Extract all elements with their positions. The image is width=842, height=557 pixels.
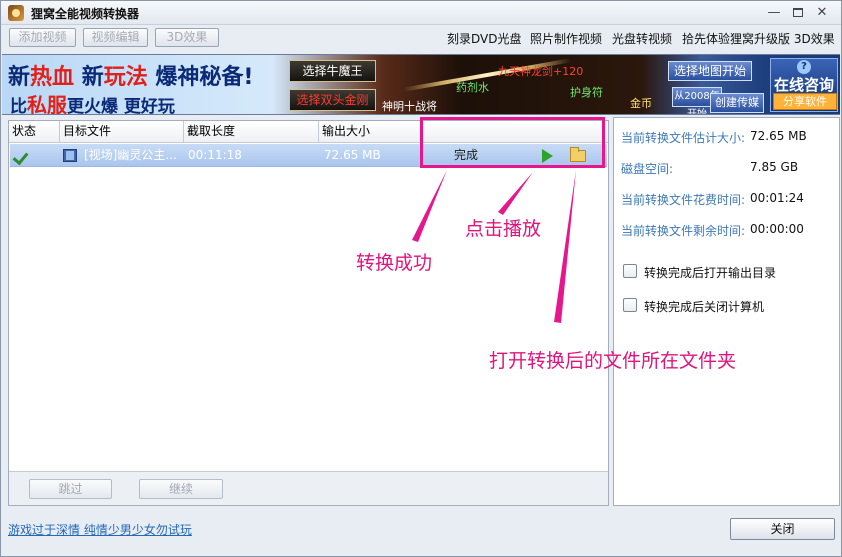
video-file-icon (63, 149, 77, 162)
col-output-size[interactable]: 输出大小 (319, 121, 421, 142)
annotation-open-folder: 打开转换后的文件所在文件夹 (489, 350, 737, 372)
ad-slogan-line1: 新热血 新玩法 爆神秘备! (8, 65, 254, 90)
upgrade-3d-link[interactable]: 拾先体验狸窝升级版 3D效果 (682, 30, 835, 47)
table-actions-bar: 跳过 继续 (9, 471, 608, 505)
app-logo-icon (8, 5, 24, 21)
ad-choose-bull-button[interactable]: 选择牛魔王 (289, 60, 376, 82)
disc-to-video-link[interactable]: 光盘转视频 (612, 30, 672, 47)
row-size: 72.65 MB (324, 148, 381, 162)
video-edit-button[interactable]: 视频编辑 (83, 28, 148, 47)
close-window-button[interactable]: ✕ (813, 5, 831, 21)
col-clip-length[interactable]: 截取长度 (184, 121, 319, 142)
row-length: 00:11:18 (188, 148, 242, 162)
skip-button[interactable]: 跳过 (29, 479, 112, 499)
ad-text-gold: 金币 (630, 97, 652, 110)
ad-slogan-line2: 比私服更火爆 更好玩 (10, 93, 175, 115)
info-estimated-size: 当前转换文件估计大小: 72.65 MB (621, 129, 807, 145)
photo-video-link[interactable]: 照片制作视频 (530, 30, 602, 47)
info-remaining-time: 当前转换文件剩余时间: 00:00:00 (621, 222, 804, 238)
title-bar: 狸窝全能视频转换器 — ✕ (1, 1, 841, 25)
ad-choose-kingkong-button[interactable]: 选择双头金刚 (289, 89, 376, 111)
ad-text-sword: 九天神龙剑+120 (498, 65, 584, 78)
annotation-play: 点击播放 (465, 218, 542, 240)
shutdown-label: 转换完成后关闭计算机 (644, 300, 765, 314)
footer-ad-link[interactable]: 游戏过于深情 纯情少男少女勿试玩 (8, 521, 192, 538)
open-output-dir-checkbox[interactable] (623, 264, 637, 278)
maximize-icon (793, 8, 803, 17)
close-button[interactable]: 关闭 (730, 518, 835, 540)
toolbar: 添加视频 视频编辑 3D效果 刻录DVD光盘 照片制作视频 光盘转视频 拾先体验… (1, 26, 841, 48)
ad-choose-map-button[interactable]: 选择地图开始 (668, 61, 752, 81)
ad-text-general: 神明十战将 (382, 100, 437, 113)
ad-text-potion: 药剂水 (456, 81, 489, 94)
ad-text-amulet: 护身符 (570, 86, 603, 99)
3d-effect-button[interactable]: 3D效果 (155, 28, 219, 47)
ad-create-media-button[interactable]: 创建传媒 (710, 93, 764, 113)
window-title: 狸窝全能视频转换器 (31, 7, 140, 21)
highlight-box (420, 117, 605, 168)
open-output-dir-label: 转换完成后打开输出目录 (644, 266, 777, 280)
col-target-file[interactable]: 目标文件 (60, 121, 184, 142)
info-panel: 当前转换文件估计大小: 72.65 MB 磁盘空间: 7.85 GB 当前转换文件花… (613, 117, 840, 506)
online-consult-label: 在线咨询 (773, 76, 834, 94)
info-elapsed-time: 当前转换文件花费时间: 00:01:24 (621, 191, 804, 207)
minimize-button[interactable]: — (765, 5, 783, 21)
row-file-name: [视场]幽灵公主... (84, 148, 177, 162)
maximize-button[interactable] (789, 5, 807, 21)
info-disk-space: 磁盘空间: 7.85 GB (621, 160, 799, 176)
conversion-table: 状态 目标文件 截取长度 输出大小 [视场]幽灵公主... 00:11:18 7… (8, 120, 609, 506)
share-software-button[interactable]: 分享软件 (773, 93, 837, 110)
ad-banner[interactable]: 新热血 新玩法 爆神秘备! 比私服更火爆 更好玩 选择牛魔王 选择双头金刚 药剂… (2, 54, 840, 115)
continue-button[interactable]: 继续 (139, 479, 223, 499)
shutdown-checkbox[interactable] (623, 298, 637, 312)
col-status[interactable]: 状态 (9, 121, 60, 142)
check-icon (14, 148, 30, 162)
help-icon: ? (797, 60, 811, 74)
annotation-success: 转换成功 (356, 252, 433, 274)
add-video-button[interactable]: 添加视频 (9, 28, 76, 47)
burn-dvd-link[interactable]: 刻录DVD光盘 (447, 30, 521, 47)
app-window: 狸窝全能视频转换器 — ✕ 添加视频 视频编辑 3D效果 刻录DVD光盘 照片制… (0, 0, 842, 557)
